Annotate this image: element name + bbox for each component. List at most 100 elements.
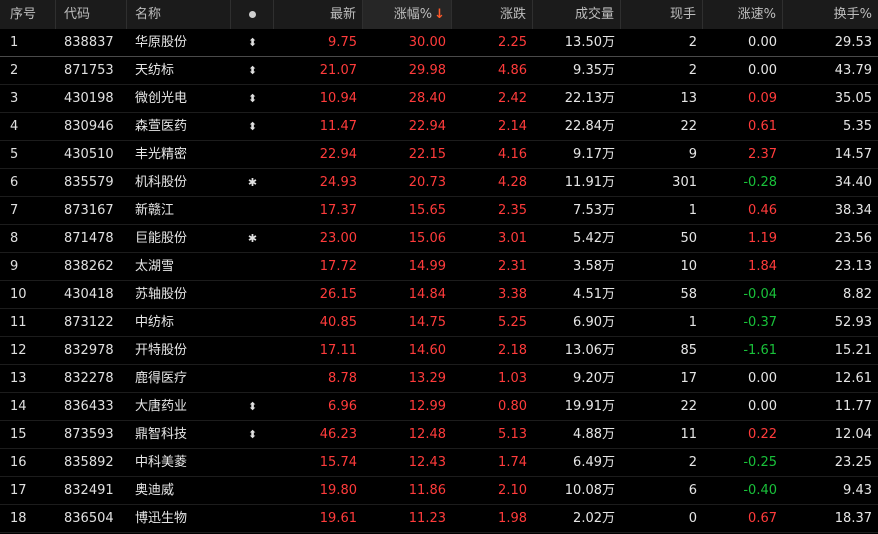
cell-seq: 6 [10,175,19,190]
cell-volume: 22.84万 [564,119,615,134]
cell-current-vol: 13 [680,91,697,106]
cell-current-vol: 0 [688,511,697,526]
table-row[interactable]: 4 830946 森萱医药 ⬍ 11.47 22.94 2.14 22.84万 22 0.61 5.… [0,113,878,141]
cell-seq: 11 [10,315,27,330]
dot-icon [248,11,256,18]
sort-desc-icon: ↓ [434,7,445,22]
cell-volume: 22.13万 [564,91,615,106]
cell-current-vol: 11 [680,427,697,442]
cell-volume: 7.53万 [573,203,615,218]
cell-latest: 11.47 [319,119,357,134]
cell-current-vol: 6 [688,483,697,498]
cell-volume: 19.91万 [564,399,615,414]
column-header-current-vol[interactable]: 现手 [621,0,703,29]
cell-current-vol: 17 [680,371,697,386]
cell-speed: -0.40 [743,483,777,498]
cell-change-pct: 11.23 [408,511,446,526]
table-row[interactable]: 5 430510 丰光精密 22.94 22.15 4.16 9.17万 9 2.37 14.57 [0,141,878,169]
cell-turnover: 34.40 [834,175,872,190]
column-header-speed[interactable]: 涨速% [703,0,783,29]
table-row[interactable]: 13 832278 鹿得医疗 8.78 13.29 1.03 9.20万 17 0.00 12.6… [0,365,878,393]
cell-current-vol: 50 [680,231,697,246]
table-row[interactable]: 11 873122 中纺标 40.85 14.75 5.25 6.90万 1 -0.37 52.9… [0,309,878,337]
column-header-seq[interactable]: 序号 [0,0,56,29]
table-row[interactable]: 1 838837 华原股份 ⬍ 9.75 30.00 2.25 13.50万 2 0.00 29.5… [0,29,878,57]
cell-mark-icon [231,449,274,476]
cell-turnover: 23.56 [834,231,872,246]
cell-seq: 7 [10,203,19,218]
cell-speed: 0.22 [748,427,777,442]
cell-turnover: 38.34 [834,203,872,218]
table-row[interactable]: 18 836504 博迅生物 19.61 11.23 1.98 2.02万 0 0.67 18.3… [0,505,878,533]
cell-latest: 24.93 [319,175,357,190]
table-row[interactable]: 12 832978 开特股份 17.11 14.60 2.18 13.06万 85 -1.61 1… [0,337,878,365]
table-row[interactable]: 2 871753 天纺标 ⬍ 21.07 29.98 4.86 9.35万 2 0.00 43.79 [0,57,878,85]
column-header-name[interactable]: 名称 [127,0,231,29]
column-header-volume[interactable]: 成交量 [533,0,621,29]
cell-code: 838837 [64,35,114,50]
table-row[interactable]: 15 873593 鼎智科技 ⬍ 46.23 12.48 5.13 4.88万 11 0.22 12… [0,421,878,449]
cell-mark-icon [231,309,274,336]
cell-speed: 1.19 [748,231,777,246]
table-row[interactable]: 7 873167 新赣江 17.37 15.65 2.35 7.53万 1 0.46 38.34 [0,197,878,225]
cell-mark-icon [231,365,274,392]
table-row[interactable]: 14 836433 大唐药业 ⬍ 6.96 12.99 0.80 19.91万 22 0.00 11… [0,393,878,421]
cell-seq: 12 [10,343,27,358]
cell-latest: 17.72 [319,259,357,274]
cell-latest: 23.00 [319,231,357,246]
column-header-latest[interactable]: 最新 [274,0,363,29]
cell-seq: 4 [10,119,19,134]
cell-code: 871478 [64,231,114,246]
cell-current-vol: 22 [680,399,697,414]
cell-mark-icon: ✱ [247,232,258,245]
cell-code: 430418 [64,287,114,302]
cell-volume: 5.42万 [573,231,615,246]
cell-name: 开特股份 [135,343,188,358]
cell-volume: 13.50万 [564,35,615,50]
cell-speed: 1.84 [748,259,777,274]
column-header-change-pct[interactable]: 涨幅% ↓ [363,0,452,29]
cell-code: 835579 [64,175,114,190]
cell-current-vol: 2 [688,455,697,470]
cell-code: 830946 [64,119,114,134]
table-row[interactable]: 3 430198 微创光电 ⬍ 10.94 28.40 2.42 22.13万 13 0.09 35… [0,85,878,113]
cell-latest: 8.78 [328,371,357,386]
cell-current-vol: 85 [680,343,697,358]
cell-seq: 10 [10,287,27,302]
cell-name: 中科美菱 [135,455,188,470]
column-header-turnover[interactable]: 换手% [783,0,878,29]
cell-turnover: 29.53 [834,35,872,50]
cell-name: 巨能股份 [135,231,188,246]
cell-turnover: 43.79 [834,63,872,78]
table-row[interactable]: 6 835579 机科股份 ✱ 24.93 20.73 4.28 11.91万 301 -0.28… [0,169,878,197]
cell-volume: 6.49万 [573,455,615,470]
cell-turnover: 52.93 [834,315,872,330]
cell-change: 2.42 [498,91,527,106]
cell-name: 鹿得医疗 [135,371,188,386]
cell-code: 873167 [64,203,114,218]
cell-code: 832978 [64,343,114,358]
column-header-change[interactable]: 涨跌 [452,0,533,29]
table-row[interactable]: 17 832491 奥迪威 19.80 11.86 2.10 10.08万 6 -0.40 9.4… [0,477,878,505]
table-row[interactable]: 8 871478 巨能股份 ✱ 23.00 15.06 3.01 5.42万 50 1.19 23.… [0,225,878,253]
column-header-code[interactable]: 代码 [56,0,127,29]
cell-name: 华原股份 [135,35,188,50]
cell-name: 丰光精密 [135,147,188,162]
cell-seq: 5 [10,147,19,162]
cell-speed: 0.00 [748,371,777,386]
cell-turnover: 9.43 [843,483,872,498]
cell-speed: 0.67 [748,511,777,526]
table-row[interactable]: 10 430418 苏轴股份 26.15 14.84 3.38 4.51万 58 -0.04 8.… [0,281,878,309]
cell-mark-icon [231,141,274,168]
cell-current-vol: 10 [680,259,697,274]
cell-code: 873122 [64,315,114,330]
column-header-mark[interactable] [231,0,274,29]
cell-change-pct: 20.73 [408,175,446,190]
cell-volume: 9.35万 [573,63,615,78]
cell-change-pct: 11.86 [408,483,446,498]
cell-change-pct: 22.15 [408,147,446,162]
table-row[interactable]: 9 838262 太湖雪 17.72 14.99 2.31 3.58万 10 1.84 23.13 [0,253,878,281]
cell-current-vol: 1 [688,315,697,330]
table-row[interactable]: 16 835892 中科美菱 15.74 12.43 1.74 6.49万 2 -0.25 23.… [0,449,878,477]
cell-speed: 2.37 [748,147,777,162]
